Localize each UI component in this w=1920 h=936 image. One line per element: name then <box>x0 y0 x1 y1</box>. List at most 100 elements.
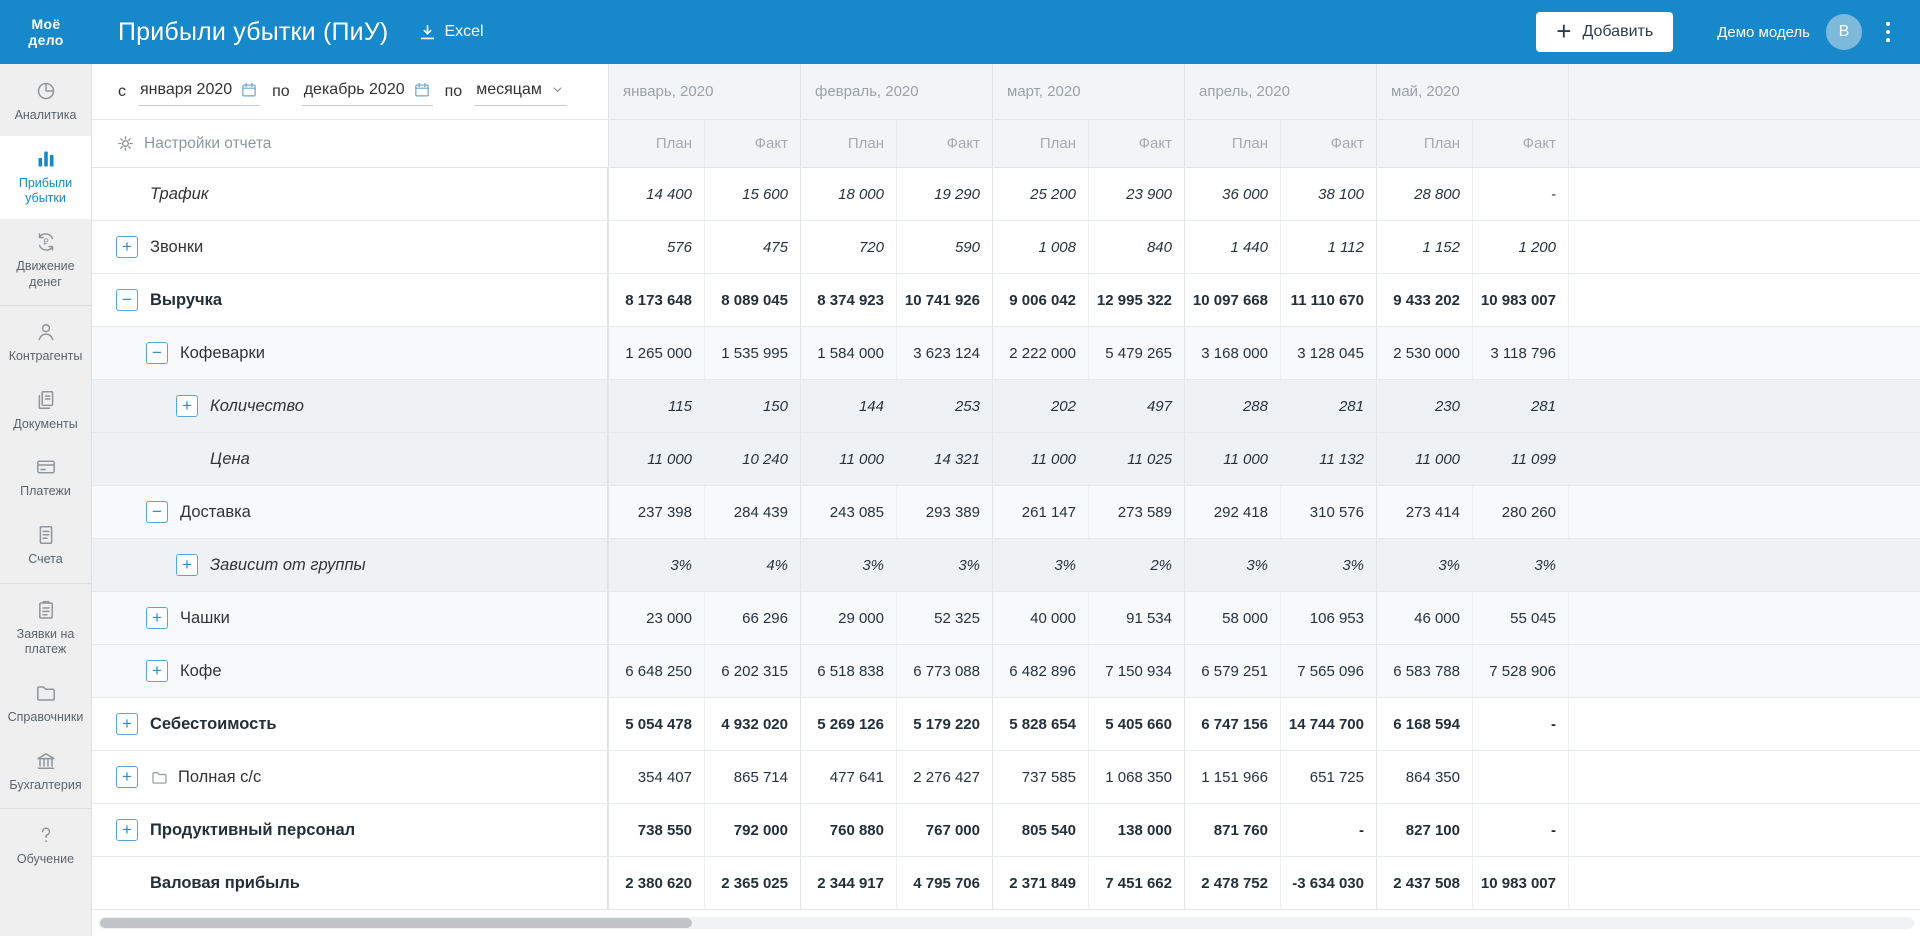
svg-text:₽: ₽ <box>43 238 49 248</box>
value-cell: 40 000 <box>992 592 1088 644</box>
sidebar-item-invoices[interactable]: Счета <box>0 512 91 580</box>
value-cell: - <box>1280 804 1376 856</box>
sidebar: Аналитика Прибыли убытки ₽ Движение денег Ко… <box>0 64 92 936</box>
sidebar-item-documents[interactable]: Документы <box>0 377 91 445</box>
value-cell: 237 398 <box>608 486 704 538</box>
to-date-field[interactable]: декабрь 2020 <box>301 78 433 106</box>
value-cell: 292 418 <box>1184 486 1280 538</box>
value-cell: 11 000 <box>800 433 896 485</box>
sidebar-item-directories[interactable]: Справочники <box>0 670 91 738</box>
app-logo[interactable]: Моё дело <box>0 16 92 48</box>
table-row: + Звонки 576 475 720 590 1 008 840 1 440 1 112 1 1… <box>92 221 1920 274</box>
value-cell: 1 152 <box>1376 221 1472 273</box>
empty-column-filler <box>1568 698 1920 750</box>
expand-button[interactable]: + <box>116 819 138 841</box>
expand-button[interactable]: + <box>146 607 168 629</box>
table-row: − Кофеварки 1 265 000 1 535 995 1 584 000 3 6… <box>92 327 1920 380</box>
account-name[interactable]: Демо модель <box>1717 24 1810 41</box>
collapse-button[interactable]: − <box>116 289 138 311</box>
add-button[interactable]: + Добавить <box>1536 12 1674 52</box>
value-cell: 3 128 045 <box>1280 327 1376 379</box>
expand-button[interactable]: + <box>176 395 198 417</box>
value-cell: 230 <box>1376 380 1472 432</box>
value-cell: 14 400 <box>608 168 704 220</box>
row-label-cell: − Доставка <box>92 486 608 538</box>
expand-button[interactable]: + <box>116 236 138 258</box>
logo-line1: Моё <box>31 15 61 32</box>
sidebar-item-accounting[interactable]: Бухгалтерия <box>0 738 91 806</box>
value-cell: 8 374 923 <box>800 274 896 326</box>
sidebar-item-payments[interactable]: Платежи <box>0 444 91 512</box>
kebab-menu-icon[interactable] <box>1870 16 1906 48</box>
report-settings-button[interactable]: Настройки отчета <box>92 120 608 168</box>
row-label-cell: + Продуктивный персонал <box>92 804 608 856</box>
row-label: Выручка <box>150 290 223 309</box>
scrollbar-track[interactable] <box>98 917 1914 929</box>
sidebar-item-label: Движение денег <box>16 258 75 289</box>
sidebar-item-contractors[interactable]: Контрагенты <box>0 309 91 377</box>
value-cell: 52 325 <box>896 592 992 644</box>
expand-button[interactable]: + <box>116 713 138 735</box>
accounting-icon <box>4 749 87 773</box>
sidebar-item-label: Бухгалтерия <box>9 777 82 792</box>
value-cell: 6 747 156 <box>1184 698 1280 750</box>
chevron-down-icon <box>553 87 562 93</box>
row-label-cell: Валовая прибыль <box>92 857 608 909</box>
value-cell: 15 600 <box>704 168 800 220</box>
value-cell: 3% <box>1472 539 1568 591</box>
scrollbar-thumb[interactable] <box>100 918 692 928</box>
value-cell: 4 932 020 <box>704 698 800 750</box>
sidebar-item-label: Заявки на платеж <box>16 626 75 657</box>
value-cell: 273 589 <box>1088 486 1184 538</box>
value-cell: 14 744 700 <box>1280 698 1376 750</box>
plan-header: План <box>992 120 1088 167</box>
sidebar-item-cash-flow[interactable]: ₽ Движение денег <box>0 219 91 302</box>
collapse-button[interactable]: − <box>146 501 168 523</box>
row-label: Цена <box>210 449 250 468</box>
excel-export-button[interactable]: Excel <box>418 23 484 42</box>
period-select[interactable]: месяцам <box>474 78 567 106</box>
sidebar-item-education[interactable]: Обучение <box>0 812 91 880</box>
sidebar-divider <box>0 305 91 307</box>
sidebar-item-analytics[interactable]: Аналитика <box>0 68 91 136</box>
sidebar-item-payment-requests[interactable]: Заявки на платеж <box>0 587 91 670</box>
value-cell: 2 344 917 <box>800 857 896 909</box>
collapse-button[interactable]: − <box>146 342 168 364</box>
value-cell: 3 168 000 <box>1184 327 1280 379</box>
value-cell: 12 995 322 <box>1088 274 1184 326</box>
value-cell: 864 350 <box>1376 751 1472 803</box>
expand-button[interactable]: + <box>146 660 168 682</box>
value-cell: 10 097 668 <box>1184 274 1280 326</box>
empty-column-filler <box>1568 120 1920 167</box>
content: с января 2020 по декабрь 2020 по месяцам <box>92 64 1920 936</box>
value-cell: 2 530 000 <box>1376 327 1472 379</box>
value-cell: 7 150 934 <box>1088 645 1184 697</box>
horizontal-scrollbar <box>92 910 1920 936</box>
row-label-cell: + Полная с/с <box>92 751 608 803</box>
table-row: + Кофе 6 648 250 6 202 315 6 518 838 6 773 08… <box>92 645 1920 698</box>
expand-button[interactable]: + <box>116 766 138 788</box>
value-cell: 280 260 <box>1472 486 1568 538</box>
from-date-field[interactable]: января 2020 <box>138 78 261 106</box>
value-cell: 138 000 <box>1088 804 1184 856</box>
top-bar: Моё дело Прибыли убытки (ПиУ) Excel + До… <box>0 0 1920 64</box>
value-cell: 9 433 202 <box>1376 274 1472 326</box>
value-cell: 310 576 <box>1280 486 1376 538</box>
avatar[interactable]: B <box>1826 14 1862 50</box>
fact-header: Факт <box>704 120 800 167</box>
empty-column-filler <box>1568 433 1920 485</box>
sidebar-item-profit-loss[interactable]: Прибыли убытки <box>0 135 91 219</box>
value-cell: 91 534 <box>1088 592 1184 644</box>
sidebar-item-label: Счета <box>28 552 63 566</box>
value-cell: 1 200 <box>1472 221 1568 273</box>
expand-button[interactable]: + <box>176 554 198 576</box>
value-cell: 23 900 <box>1088 168 1184 220</box>
empty-column-filler <box>1568 751 1920 803</box>
value-cell: 865 714 <box>704 751 800 803</box>
value-cell: 5 054 478 <box>608 698 704 750</box>
value-cell: 5 405 660 <box>1088 698 1184 750</box>
payment-requests-icon <box>4 598 87 622</box>
plan-header: План <box>608 120 704 167</box>
value-cell: 6 773 088 <box>896 645 992 697</box>
empty-column-filler <box>1568 539 1920 591</box>
